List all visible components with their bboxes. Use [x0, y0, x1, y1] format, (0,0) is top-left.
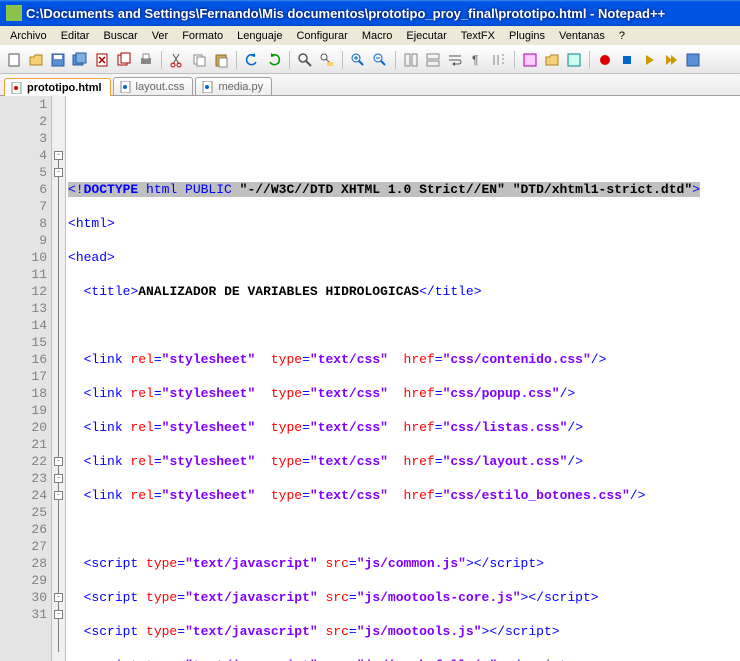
tab-bar: prototipo.html layout.css media.py [0, 74, 740, 96]
sync-h-button[interactable] [423, 50, 443, 70]
find-button[interactable] [295, 50, 315, 70]
zoom-in-button[interactable] [348, 50, 368, 70]
menu-ejecutar[interactable]: Ejecutar [400, 28, 452, 44]
undo-button[interactable] [242, 50, 262, 70]
new-file-button[interactable] [4, 50, 24, 70]
file-icon [120, 81, 132, 93]
close-all-button[interactable] [114, 50, 134, 70]
copy-button[interactable] [189, 50, 209, 70]
fold-toggle[interactable]: - [54, 457, 63, 466]
app-icon [6, 5, 22, 21]
show-all-chars-button[interactable]: ¶ [467, 50, 487, 70]
cut-button[interactable] [167, 50, 187, 70]
fold-column: - - - - - - - [52, 96, 66, 661]
tab-label: prototipo.html [27, 82, 102, 94]
fold-toggle[interactable]: - [54, 491, 63, 500]
code-editor[interactable]: 1234567891011121314151617181920212223242… [0, 96, 740, 661]
replace-button[interactable] [317, 50, 337, 70]
line-gutter: 1234567891011121314151617181920212223242… [0, 96, 52, 661]
toolbar-separator [589, 51, 590, 69]
toolbar-separator [161, 51, 162, 69]
redo-button[interactable] [264, 50, 284, 70]
menu-plugins[interactable]: Plugins [503, 28, 551, 44]
save-button[interactable] [48, 50, 68, 70]
fold-toggle[interactable]: - [54, 151, 63, 160]
fold-toggle[interactable]: - [54, 593, 63, 602]
tab-media[interactable]: media.py [195, 77, 272, 95]
tab-label: media.py [218, 81, 263, 93]
toolbar-separator [289, 51, 290, 69]
save-macro-button[interactable] [683, 50, 703, 70]
tab-layout[interactable]: layout.css [113, 77, 194, 95]
folder-button[interactable] [542, 50, 562, 70]
fold-toggle[interactable]: - [54, 168, 63, 177]
save-all-button[interactable] [70, 50, 90, 70]
play-multi-button[interactable] [661, 50, 681, 70]
wordwrap-button[interactable] [445, 50, 465, 70]
toolbar-separator [236, 51, 237, 69]
indent-guide-button[interactable] [489, 50, 509, 70]
toolbar-separator [395, 51, 396, 69]
menu-macro[interactable]: Macro [356, 28, 399, 44]
menubar: Archivo Editar Buscar Ver Formato Lengua… [0, 26, 740, 46]
record-macro-button[interactable] [595, 50, 615, 70]
menu-ver[interactable]: Ver [146, 28, 175, 44]
menu-ventanas[interactable]: Ventanas [553, 28, 611, 44]
toolbar-separator [514, 51, 515, 69]
menu-formato[interactable]: Formato [176, 28, 229, 44]
code-content[interactable]: <!DOCTYPE html PUBLIC "-//W3C//DTD XHTML… [66, 96, 740, 661]
menu-editar[interactable]: Editar [55, 28, 96, 44]
zoom-out-button[interactable] [370, 50, 390, 70]
function-list-button[interactable] [564, 50, 584, 70]
user-lang-button[interactable] [520, 50, 540, 70]
print-button[interactable] [136, 50, 156, 70]
svg-text:¶: ¶ [472, 53, 478, 67]
sync-v-button[interactable] [401, 50, 421, 70]
fold-toggle[interactable]: - [54, 610, 63, 619]
window-titlebar: C:\Documents and Settings\Fernando\Mis d… [0, 0, 740, 26]
stop-macro-button[interactable] [617, 50, 637, 70]
menu-textfx[interactable]: TextFX [455, 28, 501, 44]
close-button[interactable] [92, 50, 112, 70]
menu-help[interactable]: ? [613, 28, 631, 44]
tab-prototipo[interactable]: prototipo.html [4, 78, 111, 96]
file-icon [202, 81, 214, 93]
toolbar: ¶ [0, 46, 740, 74]
menu-archivo[interactable]: Archivo [4, 28, 53, 44]
paste-button[interactable] [211, 50, 231, 70]
window-title: C:\Documents and Settings\Fernando\Mis d… [26, 6, 736, 21]
file-icon [11, 82, 23, 94]
menu-lenguaje[interactable]: Lenguaje [231, 28, 288, 44]
menu-buscar[interactable]: Buscar [97, 28, 143, 44]
open-file-button[interactable] [26, 50, 46, 70]
tab-label: layout.css [136, 81, 185, 93]
menu-configurar[interactable]: Configurar [290, 28, 353, 44]
play-macro-button[interactable] [639, 50, 659, 70]
toolbar-separator [342, 51, 343, 69]
fold-toggle[interactable]: - [54, 474, 63, 483]
